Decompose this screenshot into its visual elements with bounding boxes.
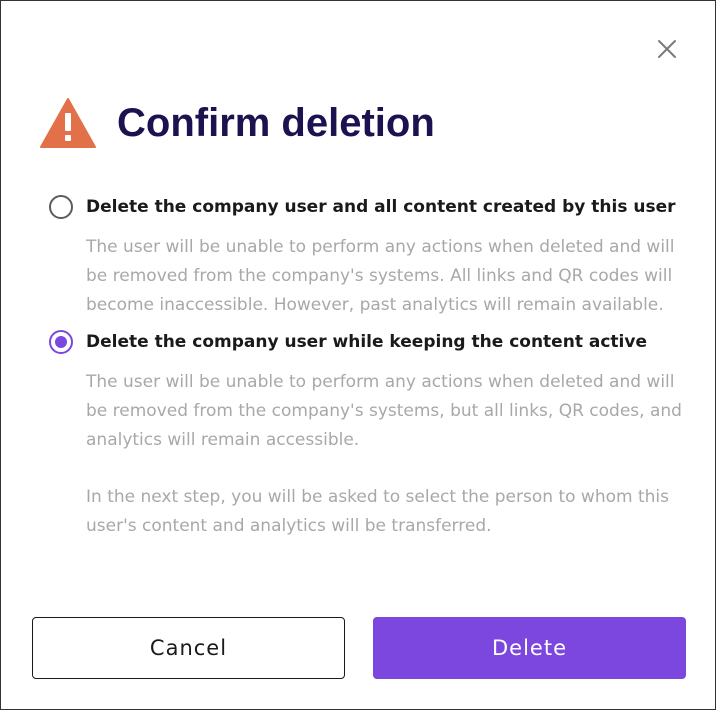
option-keep-content-active[interactable]: Delete the company user while keeping th… [49,330,647,354]
radio-delete-all-content[interactable] [49,195,73,219]
option-label: Delete the company user while keeping th… [86,332,647,352]
delete-button[interactable]: Delete [373,617,686,679]
dialog-header: Confirm deletion [39,95,435,151]
option-label: Delete the company user and all content … [86,197,676,217]
warning-triangle-icon [40,98,96,148]
option-description: The user will be unable to perform any a… [86,237,675,315]
transfer-note: In the next step, you will be asked to s… [86,487,669,536]
option-description: The user will be unable to perform any a… [86,372,682,450]
radio-keep-content-active[interactable] [49,330,73,354]
close-icon [658,40,676,58]
cancel-button[interactable]: Cancel [32,617,345,679]
radio-selected-dot [55,336,67,348]
dialog-title: Confirm deletion [117,101,435,145]
option-delete-all-content[interactable]: Delete the company user and all content … [49,195,676,219]
confirm-deletion-dialog: Confirm deletion Delete the company user… [0,0,716,710]
close-button[interactable] [653,35,681,63]
